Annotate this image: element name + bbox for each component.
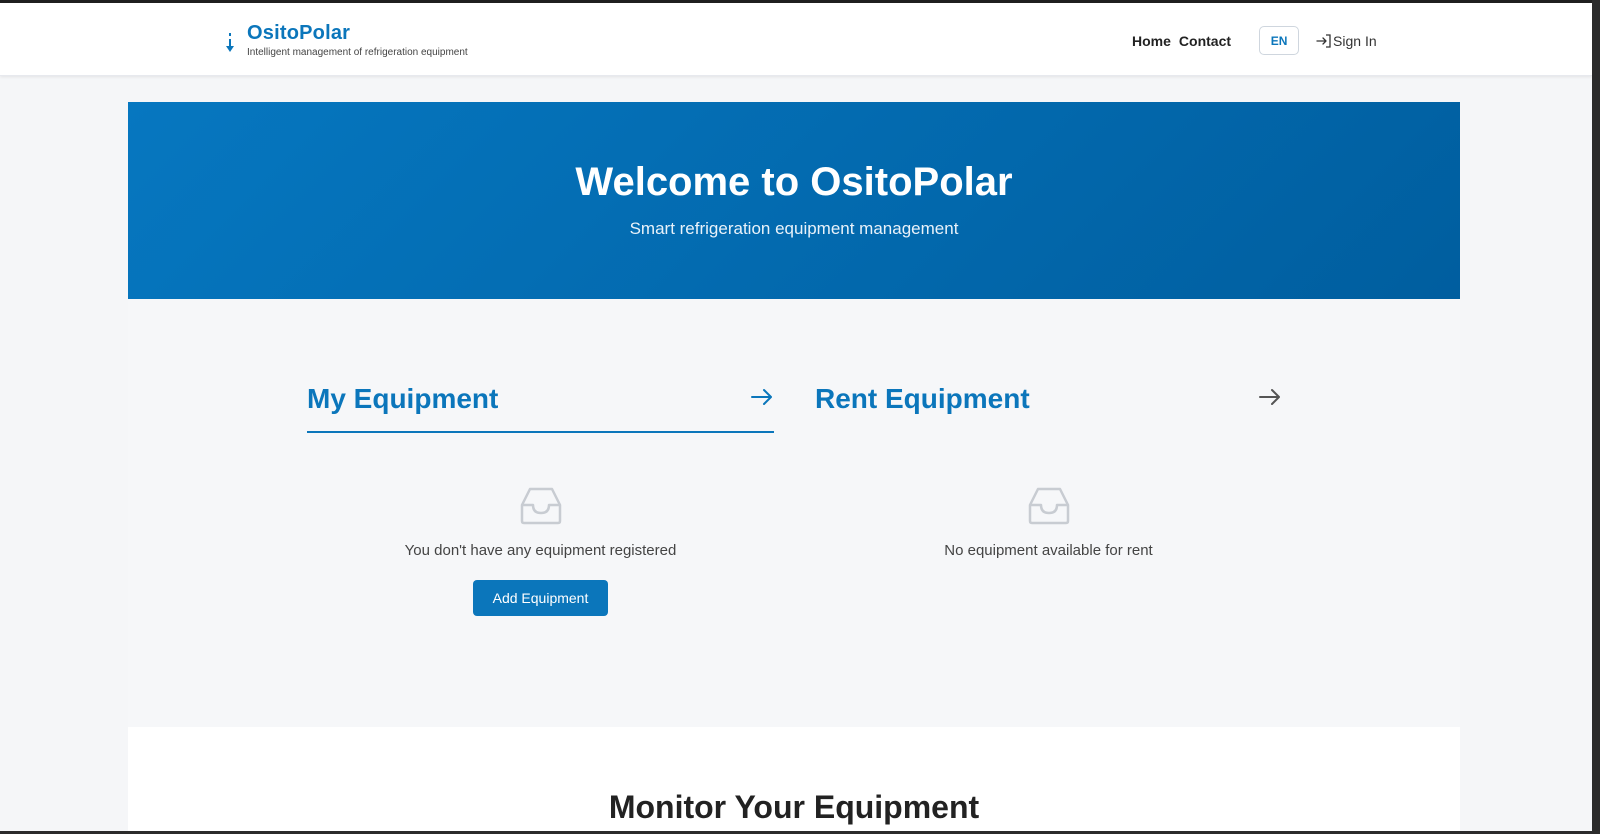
my-equipment-header[interactable]: My Equipment — [307, 377, 774, 433]
nav-home-link[interactable]: Home — [1132, 33, 1171, 49]
my-equipment-panel: My Equipment You don't have any equipmen… — [307, 377, 774, 616]
rent-equipment-panel: Rent Equipment No equipment available fo… — [815, 377, 1282, 559]
sign-in-link[interactable]: Sign In — [1316, 33, 1377, 49]
hero-subtitle: Smart refrigeration equipment management — [629, 219, 959, 238]
language-selector-button[interactable]: EN — [1259, 26, 1300, 55]
top-navbar: OsitoPolar Intelligent management of ref… — [0, 3, 1592, 76]
thermometer-icon — [226, 33, 234, 52]
nav-contact-link[interactable]: Contact — [1179, 33, 1231, 49]
monitor-section: Monitor Your Equipment — [128, 727, 1460, 831]
my-equipment-title[interactable]: My Equipment — [307, 383, 498, 415]
rent-equipment-header[interactable]: Rent Equipment — [815, 377, 1282, 433]
hero-title: Welcome to OsitoPolar — [575, 160, 1013, 204]
arrow-right-icon[interactable] — [750, 385, 774, 409]
rent-equipment-title[interactable]: Rent Equipment — [815, 383, 1030, 415]
monitor-section-title: Monitor Your Equipment — [608, 789, 980, 825]
inbox-icon — [1028, 487, 1069, 525]
inbox-icon — [520, 487, 561, 525]
sign-in-label: Sign In — [1333, 32, 1377, 49]
add-equipment-button[interactable]: Add Equipment — [473, 580, 608, 616]
brand[interactable]: OsitoPolar Intelligent management of ref… — [224, 21, 468, 60]
brand-tagline: Intelligent management of refrigeration … — [247, 47, 468, 58]
rent-equipment-empty-state: No equipment available for rent — [815, 487, 1282, 559]
my-equipment-empty-state: You don't have any equipment registered … — [307, 487, 774, 616]
window-scrollbar[interactable] — [1592, 0, 1600, 834]
arrow-right-icon[interactable] — [1258, 385, 1282, 409]
equipment-section: My Equipment You don't have any equipmen… — [128, 299, 1460, 727]
brand-name: OsitoPolar — [247, 22, 351, 44]
main-nav: Home Contact EN Sign In — [1132, 26, 1377, 55]
hero-banner: Welcome to OsitoPolar Smart refrigeratio… — [128, 102, 1460, 299]
my-equipment-empty-text: You don't have any equipment registered — [404, 542, 677, 559]
rent-equipment-empty-text: No equipment available for rent — [944, 542, 1153, 559]
login-icon — [1316, 33, 1331, 48]
browser-viewport: OsitoPolar Intelligent management of ref… — [0, 3, 1592, 831]
